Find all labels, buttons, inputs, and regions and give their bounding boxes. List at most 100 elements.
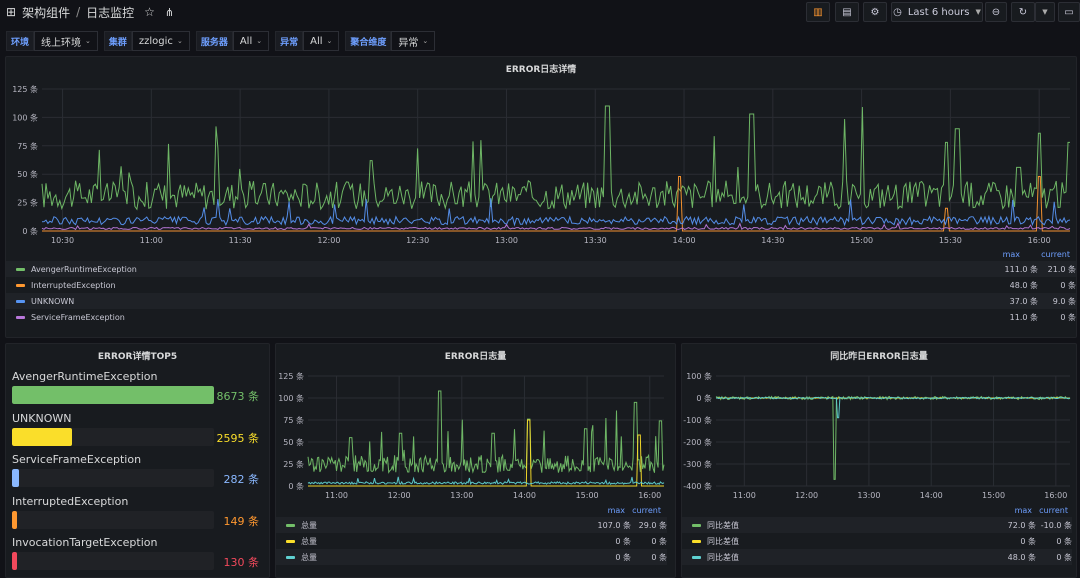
legend-max: 48.0 条 (1009, 280, 1038, 290)
series-line[interactable] (715, 395, 1071, 480)
folder-link[interactable]: 架构组件 (22, 4, 70, 21)
bar-gauge-value: 8673 条 (216, 390, 260, 403)
series-line[interactable] (308, 419, 664, 487)
bar-gauge-label: InvocationTargetException (12, 536, 158, 549)
x-tick-label: 14:00 (673, 236, 696, 245)
y-tick-label: 100 条 (12, 112, 38, 122)
legend-name: AvengerRuntimeException (31, 264, 137, 274)
legend-name: 总量 (301, 520, 317, 530)
series-line[interactable] (307, 390, 665, 474)
error-volume-chart[interactable]: 0 条 25 条 50 条 75 条 100 条 125 条 11:00 12:00 13:00… (276, 366, 676, 506)
legend-current: 0 条 (651, 552, 667, 562)
panel-compare-yesterday: 同比昨日ERROR日志量 100 条 0 条 -100 条 -200 条 -300 条 -… (681, 343, 1077, 578)
variable-dropdown[interactable]: All ⌄ (303, 31, 340, 51)
legend-item[interactable]: UNKNOWN 37.0 条 9.0 条 (6, 293, 1076, 309)
legend-name: 同比差值 (707, 520, 739, 530)
legend-current: 29.0 条 (638, 520, 667, 530)
legend-current-header[interactable]: current (625, 506, 661, 515)
legend-item[interactable]: 总量 0 条 0 条 (276, 549, 667, 565)
legend-swatch (16, 299, 25, 303)
apps-icon[interactable]: ⊞ (6, 5, 16, 19)
legend-swatch (286, 539, 295, 543)
series-line[interactable] (41, 105, 1070, 211)
error-detail-chart[interactable]: 0 条 25 条 50 条 75 条 100 条 125 条 10:30 11:00 11:30… (6, 79, 1077, 269)
panel-title[interactable]: ERROR详情TOP5 (6, 349, 269, 362)
x-tick-label: 12:00 (795, 491, 818, 500)
bar-gauge-value: 130 条 (223, 556, 260, 569)
time-picker[interactable]: ◷ Last 6 hours ▼ (891, 2, 983, 22)
variable-dropdown[interactable]: All ⌄ (232, 31, 270, 51)
legend-current: -10.0 条 (1040, 520, 1072, 530)
y-tick-label: 0 条 (288, 481, 304, 491)
legend-item[interactable]: 总量 0 条 0 条 (276, 533, 667, 549)
top-navbar: ⊞ 架构组件 / 日志监控 ☆ ⋔ ▥ ▤ ⚙ ◷ Last 6 hours ▼… (0, 0, 1080, 24)
legend-current-header[interactable]: current (1032, 506, 1068, 515)
legend-max-header[interactable]: max (591, 506, 625, 515)
legend-item[interactable]: AvengerRuntimeException 111.0 条 21.0 条 (6, 261, 1076, 277)
x-tick-label: 12:00 (388, 491, 411, 500)
x-tick-label: 12:00 (317, 236, 340, 245)
bar-gauge-label: ServiceFrameException (12, 453, 142, 466)
legend-name: 同比差值 (707, 536, 739, 546)
legend-name: UNKNOWN (31, 296, 75, 306)
legend-current: 21.0 条 (1047, 264, 1076, 274)
zoom-out-button[interactable]: ⊖ (985, 2, 1007, 22)
series-line[interactable] (307, 476, 665, 486)
legend-item[interactable]: 同比差值 0 条 0 条 (682, 533, 1072, 549)
y-tick-label: 50 条 (17, 169, 38, 179)
legend-current-header[interactable]: current (1020, 250, 1070, 259)
legend-max-header[interactable]: max (986, 250, 1020, 259)
template-variables: 环境 线上环境 ⌄ 集群 zzlogic ⌄ 服务器 All ⌄ 异常 All ⌄ 聚合维度 异常 ⌄ (6, 31, 436, 51)
save-dashboard-button[interactable]: ▤ (835, 2, 859, 22)
refresh-interval-dropdown[interactable]: ▼ (1035, 2, 1055, 22)
tv-mode-button[interactable]: ▭ (1058, 2, 1080, 22)
panel-title[interactable]: ERROR日志量 (276, 349, 675, 362)
breadcrumb-separator: / (76, 5, 81, 19)
settings-button[interactable]: ⚙ (863, 2, 887, 22)
variable-dropdown[interactable]: zzlogic ⌄ (131, 31, 190, 51)
bar-gauge-track (12, 552, 214, 570)
x-tick-label: 14:00 (920, 491, 943, 500)
refresh-button[interactable]: ↻ (1011, 2, 1035, 22)
share-icon[interactable]: ⋔ (165, 6, 174, 19)
legend-name: 同比差值 (707, 552, 739, 562)
y-tick-label: 75 条 (17, 141, 38, 151)
dashboard-title[interactable]: 日志监控 (86, 4, 134, 21)
legend-item[interactable]: InterruptedException 48.0 条 0 条 (6, 277, 1076, 293)
legend-header: max current (998, 506, 1068, 515)
variable-dropdown[interactable]: 异常 ⌄ (391, 31, 436, 51)
variable-label: 聚合维度 (345, 31, 392, 51)
legend-name: ServiceFrameException (31, 312, 125, 322)
panel-title[interactable]: 同比昨日ERROR日志量 (682, 349, 1076, 362)
panel-title[interactable]: ERROR日志详情 (6, 62, 1076, 75)
legend-swatch (692, 539, 701, 543)
series-line[interactable] (715, 396, 1071, 419)
x-tick-label: 15:00 (850, 236, 873, 245)
legend-header: max current (986, 250, 1070, 259)
variable-label: 环境 (6, 31, 35, 51)
legend-item[interactable]: 总量 107.0 条 29.0 条 (276, 517, 667, 533)
panel-error-volume: ERROR日志量 0 条 25 条 50 条 75 条 100 条 125 条 11:00 1… (275, 343, 676, 578)
bar-gauge-track (12, 510, 214, 529)
legend-item[interactable]: ServiceFrameException 11.0 条 0 条 (6, 309, 1076, 325)
legend-max-header[interactable]: max (998, 506, 1032, 515)
x-tick-label: 15:00 (576, 491, 599, 500)
legend-item[interactable]: 同比差值 48.0 条 0 条 (682, 549, 1072, 565)
add-panel-button[interactable]: ▥ (806, 2, 830, 22)
legend-swatch (692, 523, 701, 527)
x-tick-label: 10:30 (51, 236, 74, 245)
bar-gauge-value: 282 条 (223, 473, 260, 486)
star-icon[interactable]: ☆ (144, 5, 155, 19)
bar-gauge-track (12, 469, 214, 487)
chevron-down-icon: ⌄ (176, 37, 183, 45)
clock-icon: ◷ (893, 6, 902, 18)
variable-label: 服务器 (195, 31, 233, 51)
legend-item[interactable]: 同比差值 72.0 条 -10.0 条 (682, 517, 1072, 533)
compare-chart[interactable]: 100 条 0 条 -100 条 -200 条 -300 条 -400 条 11:00 12:… (682, 366, 1077, 506)
variable-dropdown[interactable]: 线上环境 ⌄ (34, 31, 98, 51)
bar-gauge-value: 149 条 (223, 514, 260, 528)
x-tick-label: 13:00 (857, 491, 880, 500)
variable-value: 异常 (398, 37, 419, 49)
legend-current: 9.0 条 (1052, 296, 1076, 306)
legend-max: 11.0 条 (1009, 312, 1038, 322)
